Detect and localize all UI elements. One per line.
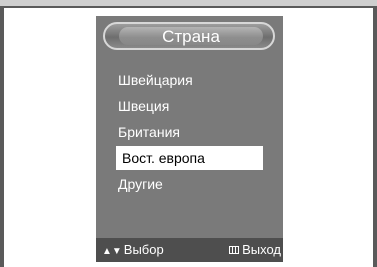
country-menu-panel: Страна Швейцария Швеция Британия Вост. е… (96, 16, 283, 262)
right-bezel (373, 8, 377, 267)
screen-frame: Страна Швейцария Швеция Британия Вост. е… (0, 0, 377, 267)
menu-item-other[interactable]: Другие (118, 172, 163, 196)
up-down-arrows-icon: ▲▼ (102, 246, 122, 257)
menu-footer: ▲▼ Выбор Выход (96, 238, 283, 262)
select-hint-label: Выбор (123, 242, 164, 257)
exit-hint-label: Выход (242, 242, 281, 257)
menu-title-bar: Страна (103, 22, 275, 50)
exit-hint[interactable]: Выход (229, 238, 281, 262)
menu-item-sweden[interactable]: Швеция (118, 94, 169, 118)
select-hint[interactable]: ▲▼ Выбор (102, 238, 164, 262)
left-bezel (0, 8, 4, 267)
menu-item-east-europe[interactable]: Вост. европа (116, 146, 263, 170)
top-bezel (0, 0, 377, 8)
menu-item-britain[interactable]: Британия (118, 120, 180, 144)
menu-icon (229, 246, 240, 254)
menu-title: Страна (162, 27, 220, 46)
menu-item-switzerland[interactable]: Швейцария (118, 68, 193, 92)
